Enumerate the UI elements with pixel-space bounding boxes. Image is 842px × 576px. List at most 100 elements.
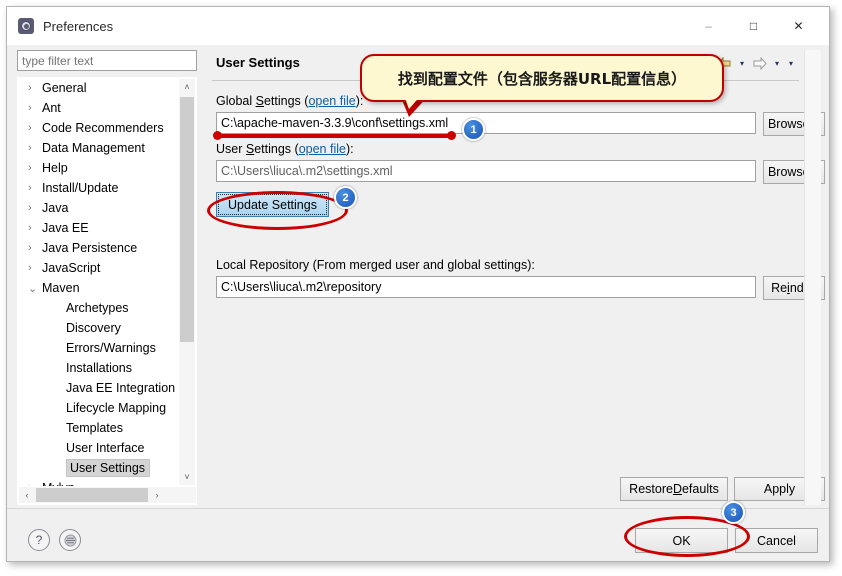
sidebar-item-java-ee-integration[interactable]: Java EE Integration — [18, 378, 180, 398]
sidebar-item-label: Java EE Integration — [66, 381, 176, 395]
chevron-right-icon[interactable]: › — [28, 102, 42, 114]
title-bar: Preferences – □ ✕ — [7, 7, 829, 45]
page-menu-caret-icon[interactable]: ▾ — [785, 54, 797, 73]
chevron-right-icon[interactable]: › — [28, 82, 42, 94]
global-settings-label-rest: ettings — [263, 94, 301, 108]
sidebar-item-discovery[interactable]: Discovery — [18, 318, 180, 338]
sidebar-item-javascript[interactable]: › JavaScript — [18, 258, 180, 278]
user-settings-input[interactable] — [216, 160, 756, 182]
user-open-file-link[interactable]: open file — [299, 142, 346, 156]
sidebar-item-label: Code Recommenders — [42, 121, 164, 135]
user-settings-label-prefix: User — [216, 142, 246, 156]
sidebar-item-label: Lifecycle Mapping — [66, 401, 167, 415]
maximize-button[interactable]: □ — [731, 7, 776, 45]
sidebar-item-java-persistence[interactable]: › Java Persistence — [18, 238, 180, 258]
sidebar-item-label: Discovery — [66, 321, 121, 335]
tree-horizontal-scrollbar[interactable]: ‹ › — [19, 487, 196, 503]
chevron-right-icon[interactable]: › — [28, 482, 42, 486]
chevron-right-icon[interactable]: › — [28, 242, 42, 254]
annotation-underline-1 — [216, 134, 451, 138]
chevron-right-icon[interactable]: › — [28, 162, 42, 174]
sidebar-item-general[interactable]: › General — [18, 78, 180, 98]
sidebar-item-errors-warnings[interactable]: Errors/Warnings — [18, 338, 180, 358]
scroll-down-icon[interactable]: ˅ — [179, 469, 195, 485]
chevron-right-icon[interactable]: › — [28, 262, 42, 274]
tree-vertical-scrollbar[interactable]: ˄ ˅ — [179, 79, 195, 485]
sidebar-item-label: Maven — [42, 281, 80, 295]
callout-text: 找到配置文件（包含服务器URL配置信息） — [397, 69, 687, 88]
sidebar-item-ant[interactable]: › Ant — [18, 98, 180, 118]
global-settings-label-prefix: Global — [216, 94, 256, 108]
scroll-up-icon[interactable]: ˄ — [179, 79, 195, 95]
local-repository-input[interactable] — [216, 276, 756, 298]
sidebar-item-user-settings[interactable]: User Settings — [18, 458, 180, 478]
sidebar-item-code-recommenders[interactable]: › Code Recommenders — [18, 118, 180, 138]
sidebar-item-label: Templates — [66, 421, 123, 435]
chevron-right-icon[interactable]: › — [28, 222, 42, 234]
disabled-circle-icon — [59, 529, 81, 551]
sidebar-item-java-ee[interactable]: › Java EE — [18, 218, 180, 238]
sidebar-item-label: Errors/Warnings — [66, 341, 156, 355]
page-vertical-scrollbar[interactable] — [804, 50, 821, 505]
sidebar-item-templates[interactable]: Templates — [18, 418, 180, 438]
close-button[interactable]: ✕ — [776, 7, 821, 45]
restore-prefix: Restore — [629, 482, 673, 496]
chevron-down-icon[interactable]: ⌄ — [28, 282, 42, 295]
help-icon[interactable]: ? — [28, 529, 50, 551]
chevron-right-icon[interactable]: › — [28, 142, 42, 154]
sidebar-item-label: JavaScript — [42, 261, 101, 275]
user-settings-mnemonic: S — [245, 142, 255, 156]
annotation-badge-1: 1 — [462, 118, 485, 141]
back-dropdown-caret-icon[interactable]: ▾ — [736, 54, 748, 73]
annotation-badge-3: 3 — [722, 501, 745, 524]
sidebar-item-label: Install/Update — [42, 181, 119, 195]
scroll-left-icon[interactable]: ‹ — [19, 487, 35, 503]
annotation-underline-dot-right — [447, 131, 456, 140]
sidebar-item-archetypes[interactable]: Archetypes — [18, 298, 180, 318]
sidebar-item-mylyn[interactable]: ›Mylyn — [18, 478, 180, 486]
annotation-badge-2: 2 — [334, 186, 357, 209]
sidebar-item-user-interface[interactable]: User Interface — [18, 438, 180, 458]
chevron-right-icon[interactable]: › — [28, 182, 42, 194]
tree-hscroll-thumb[interactable] — [36, 488, 148, 502]
local-repository-label: Local Repository (From merged user and g… — [216, 258, 535, 272]
restore-defaults-button[interactable]: Restore Defaults — [620, 477, 728, 501]
cancel-button[interactable]: Cancel — [735, 528, 818, 553]
chevron-right-icon[interactable]: › — [28, 202, 42, 214]
preferences-gear-icon — [17, 17, 35, 35]
forward-arrow-icon[interactable] — [750, 54, 769, 73]
callout-tail-inner — [403, 93, 423, 109]
sidebar-item-label: Java EE — [42, 221, 89, 235]
user-settings-label-rest: ettings — [254, 142, 292, 156]
sidebar-item-install-update[interactable]: › Install/Update — [18, 178, 180, 198]
sidebar-item-label: Installations — [66, 361, 133, 375]
user-label-suffix: ): — [345, 142, 354, 156]
sidebar-item-label: Data Management — [42, 141, 145, 155]
sidebar-item-data-management[interactable]: › Data Management — [18, 138, 180, 158]
user-settings-page: User Settings ▾ ▾ ▾ Global Settings (ope… — [207, 50, 825, 505]
scroll-right-icon[interactable]: › — [149, 487, 165, 503]
dialog-content: ›General›Ant›Code Recommenders›Data Mana… — [7, 45, 829, 561]
sidebar-item-lifecycle-mapping[interactable]: Lifecycle Mapping — [18, 398, 180, 418]
chevron-right-icon[interactable]: › — [28, 122, 42, 134]
window-title: Preferences — [43, 18, 114, 34]
preferences-tree: › General › Ant › Code Recommenders › Data Mana… — [17, 77, 197, 505]
global-settings-input[interactable] — [216, 112, 756, 134]
forward-dropdown-caret-icon[interactable]: ▾ — [771, 54, 783, 73]
global-open-file-link[interactable]: open file — [308, 94, 355, 108]
filter-input[interactable] — [17, 50, 197, 71]
sidebar-item-help[interactable]: › Help — [18, 158, 180, 178]
sidebar-item-installations[interactable]: Installations — [18, 358, 180, 378]
update-settings-button[interactable]: Update Settings — [216, 192, 329, 217]
user-open-paren: ( — [291, 142, 299, 156]
user-settings-label: User Settings (open file): — [216, 142, 354, 156]
ok-button[interactable]: OK — [635, 528, 728, 553]
minimize-button[interactable]: – — [686, 7, 731, 45]
sidebar-item-maven[interactable]: ⌄ Maven — [18, 278, 180, 298]
sidebar-item-label: Help — [42, 161, 68, 175]
sidebar-item-java[interactable]: › Java — [18, 198, 180, 218]
tree-scroll-thumb[interactable] — [180, 97, 194, 342]
sidebar-item-label: Mylyn — [42, 481, 75, 486]
global-settings-label: Global Settings (open file): — [216, 94, 363, 108]
sidebar-item-label: User Settings — [66, 459, 151, 477]
